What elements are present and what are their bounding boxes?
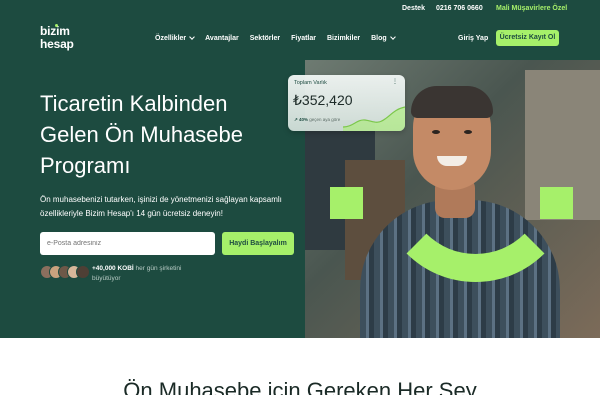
nav-item-customers[interactable]: Bizimkiler — [327, 35, 360, 42]
hero-headline: Ticaretin Kalbinden Gelen Ön Muhasebe Pr… — [40, 91, 244, 178]
photo-eye — [464, 130, 472, 134]
start-trial-button[interactable]: Haydi Başlayalım — [222, 232, 294, 255]
card-label: Toplam Varlık — [294, 80, 327, 86]
support-link[interactable]: Destek — [402, 5, 425, 12]
top-bar: Destek 0216 706 0660 Mali Müşavirlere Öz… — [0, 0, 600, 18]
card-trend: ↗ 40% geçen aya göre — [294, 117, 340, 123]
more-icon[interactable]: ⋮ — [392, 78, 398, 85]
main-nav: bizim hesap Özellikler Avantajlar Sektör… — [0, 18, 600, 60]
total-assets-card: Toplam Varlık ⋮ ₺352,420 ↗ 40% geçen aya… — [288, 75, 405, 131]
nav-item-advantages[interactable]: Avantajlar — [205, 35, 239, 42]
advisor-link[interactable]: Mali Müşavirlere Özel — [496, 5, 567, 12]
nav-item-label: Bizimkiler — [327, 35, 361, 42]
nav-item-features[interactable]: Özellikler — [155, 34, 195, 42]
card-trend-percent: ↗ 40% — [294, 117, 309, 122]
customer-avatars — [40, 265, 90, 279]
nav-item-blog[interactable]: Blog — [371, 34, 396, 42]
nav-item-label: Avantajlar — [205, 35, 239, 42]
nav-item-label: Sektörler — [249, 35, 281, 42]
nav-item-sectors[interactable]: Sektörler — [250, 35, 280, 42]
social-proof-count: +40,000 KOBİ — [92, 265, 134, 272]
chevron-down-icon — [389, 34, 396, 40]
logo[interactable]: bizim hesap — [40, 24, 74, 51]
nav-item-pricing[interactable]: Fiyatlar — [291, 35, 316, 42]
section-title: Ön Muhasebe için Gereken Her Şey — [123, 378, 477, 395]
avatar — [76, 265, 90, 279]
nav-item-label: Fiyatlar — [291, 35, 316, 42]
nav-item-label: Özellikler — [155, 35, 187, 42]
decor-eye-shape — [330, 187, 363, 219]
card-sparkline — [343, 106, 405, 131]
photo-hair — [411, 86, 493, 118]
chevron-down-icon — [189, 34, 195, 40]
nav-menu: Özellikler Avantajlar Sektörler Fiyatlar… — [155, 34, 406, 42]
signup-button[interactable]: Ücretsiz Kayıt Ol — [496, 30, 559, 46]
logo-dot-icon — [55, 24, 58, 27]
login-link[interactable]: Giriş Yap — [458, 35, 488, 42]
social-proof: +40,000 KOBİ her gün şirketini büyütüyor — [92, 264, 202, 284]
email-input[interactable] — [40, 232, 215, 255]
logo-line-2: hesap — [40, 37, 74, 51]
card-trend-text: geçen aya göre — [308, 117, 341, 122]
phone-link[interactable]: 0216 706 0660 — [436, 5, 483, 12]
hero-subtext: Ön muhasebenizi tutarken, işinizi de yön… — [40, 195, 282, 218]
photo-eye — [432, 130, 440, 134]
nav-item-label: Blog — [371, 35, 387, 42]
hero-section: Ticaretin Kalbinden Gelen Ön Muhasebe Pr… — [0, 60, 600, 338]
